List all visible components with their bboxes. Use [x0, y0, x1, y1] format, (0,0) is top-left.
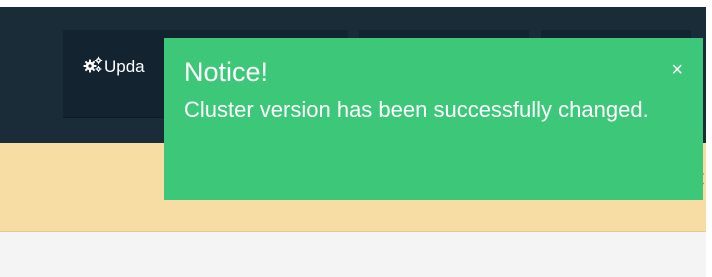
notice-toast: Notice! Cluster version has been success… [164, 38, 703, 200]
notice-message: Cluster version has been successfully ch… [184, 97, 649, 122]
top-strip [0, 0, 712, 7]
update-button-label: Upda [104, 57, 145, 76]
notice-title: Notice! [184, 57, 269, 87]
content-area [0, 232, 712, 277]
gears-icon [83, 56, 103, 79]
page: Upda × Notice! Cluster version has been … [0, 0, 712, 277]
right-edge [706, 0, 712, 277]
close-icon[interactable]: × [671, 60, 683, 80]
